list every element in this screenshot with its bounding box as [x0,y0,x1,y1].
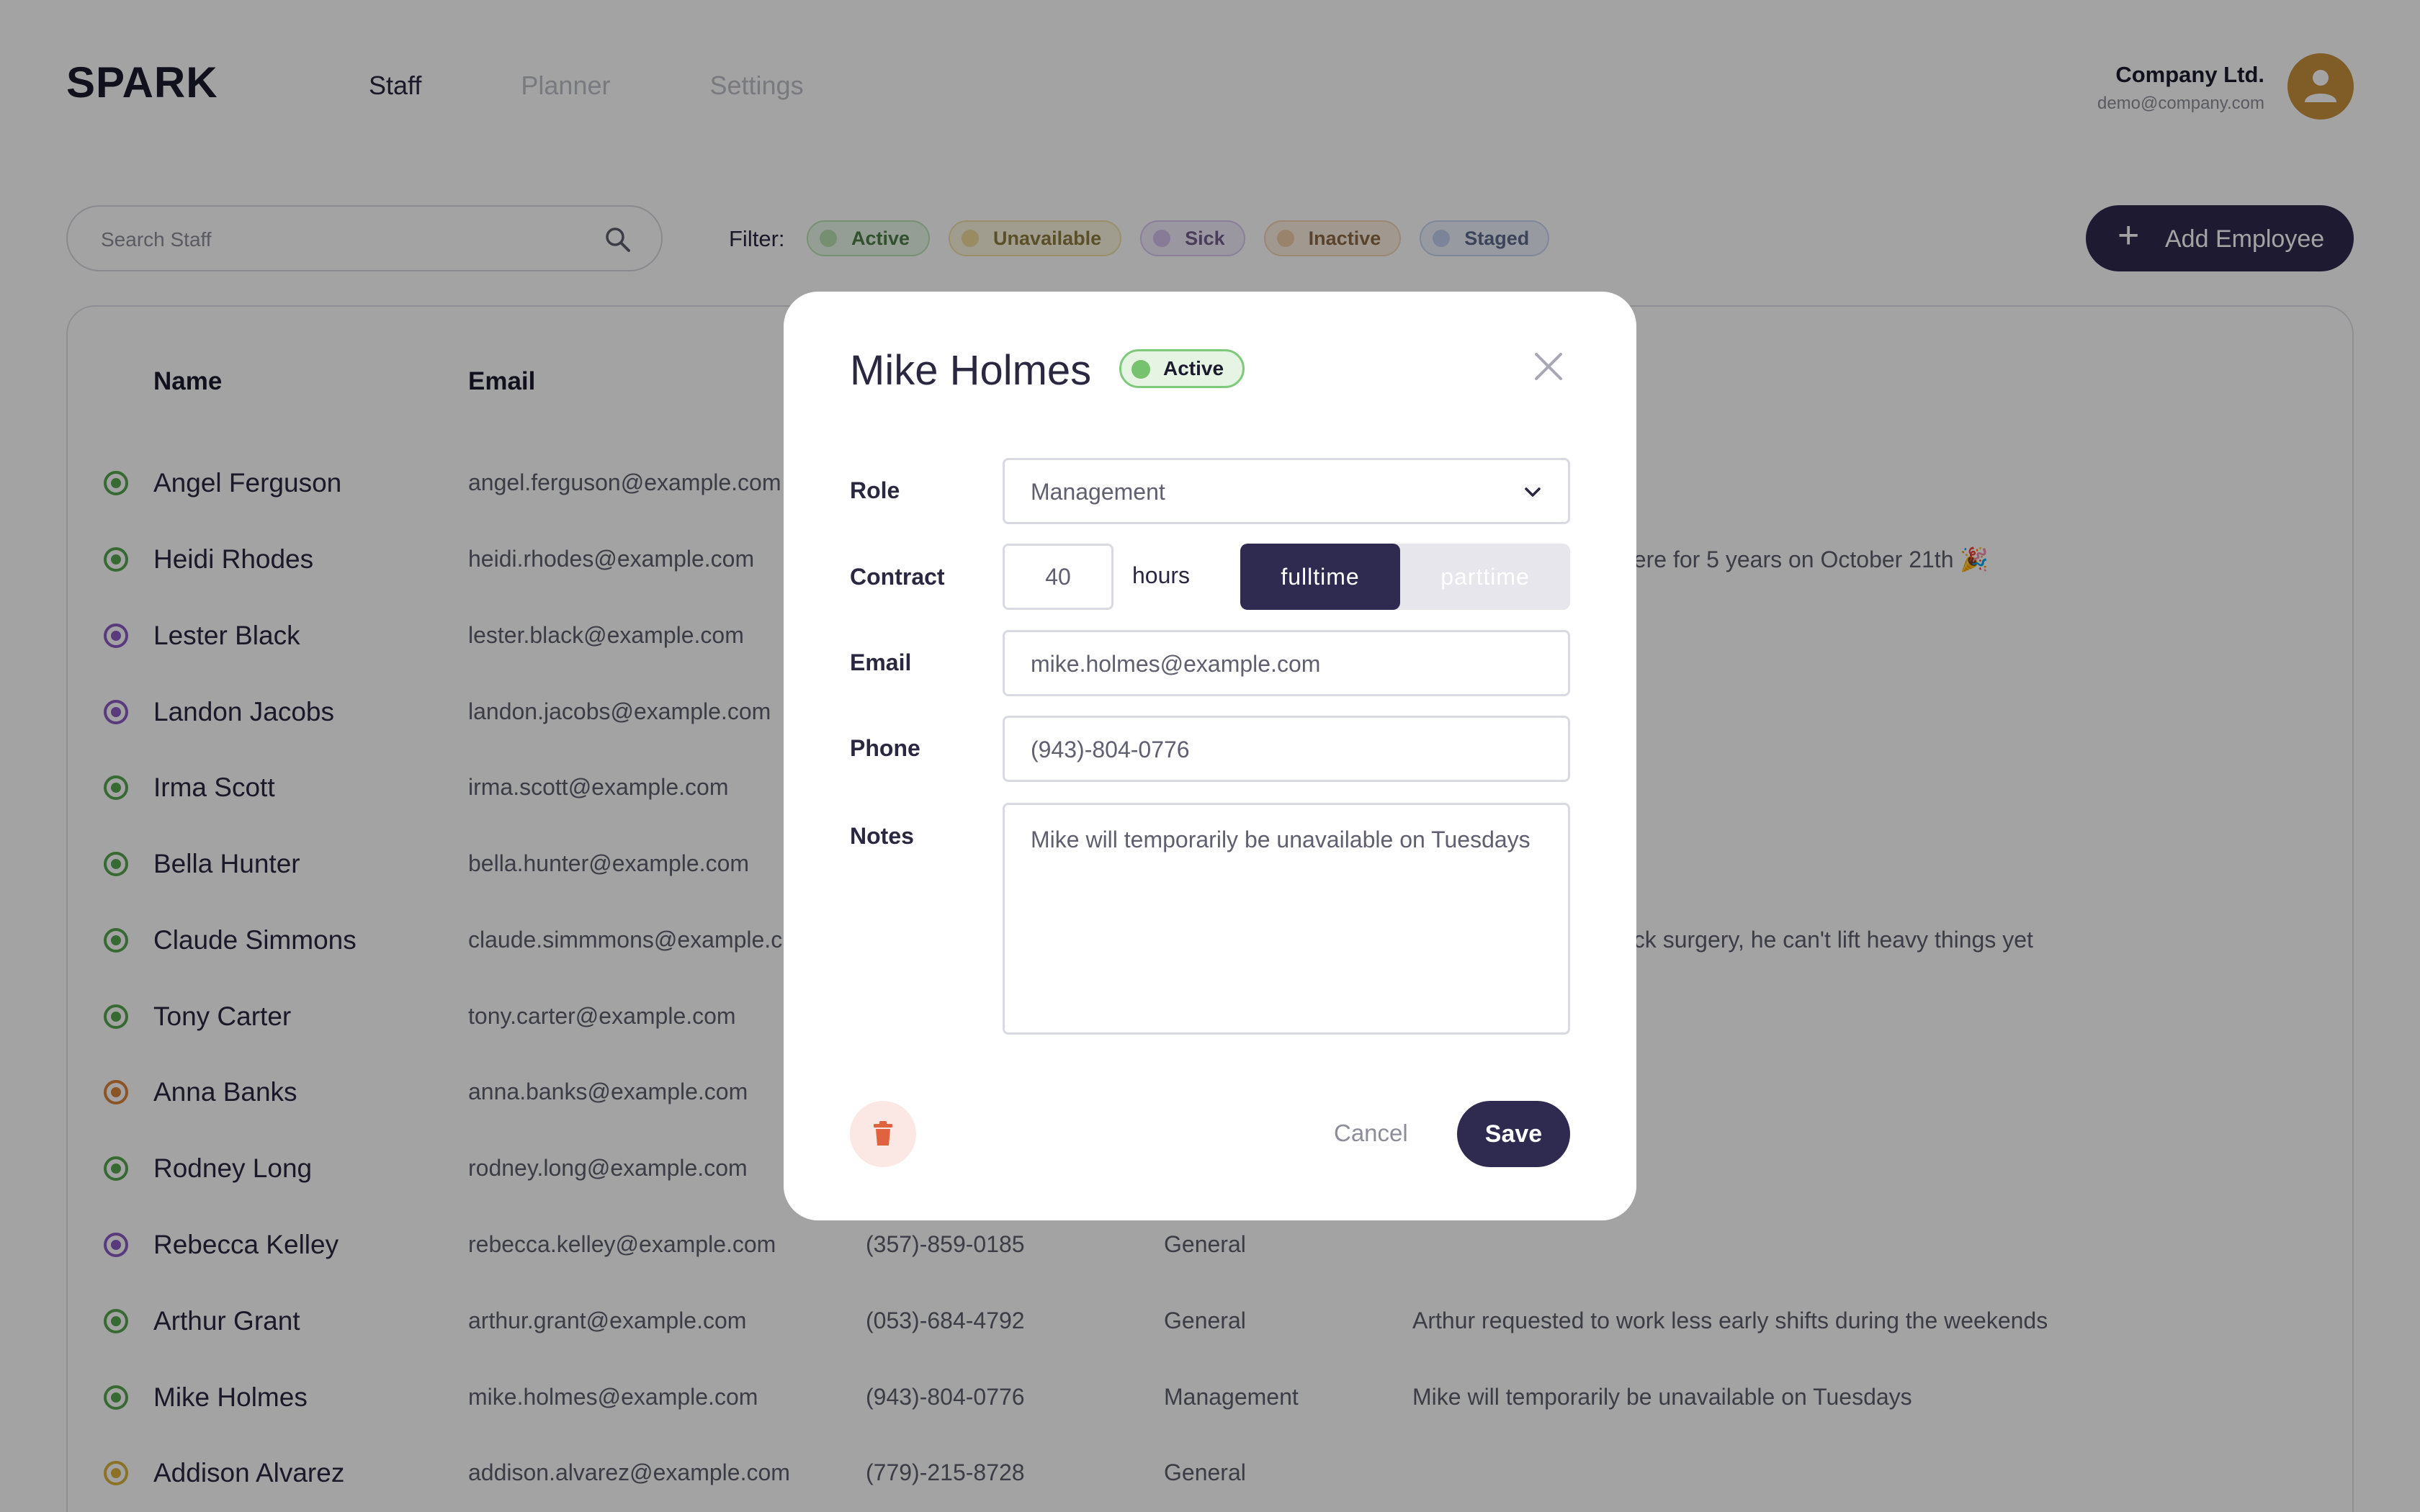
status-badge-label: Active [1163,357,1224,379]
dialog-title: Mike Holmes [850,347,1092,394]
fulltime-option[interactable]: fulltime [1240,544,1400,610]
role-select[interactable]: Management [1003,458,1570,524]
close-icon[interactable] [1533,351,1564,382]
active-dot-icon [1131,360,1150,379]
hours-unit-label: hours [1132,562,1191,588]
email-field[interactable]: mike.holmes@example.com [1003,630,1570,696]
phone-value: (943)-804-0776 [1031,737,1190,762]
notes-label: Notes [850,823,914,849]
cancel-button[interactable]: Cancel [1334,1120,1408,1147]
parttime-option[interactable]: parttime [1400,544,1570,610]
contract-label: Contract [850,564,945,590]
hours-input[interactable]: 40 [1003,544,1113,610]
chevron-down-icon [1525,487,1541,497]
phone-field[interactable]: (943)-804-0776 [1003,716,1570,782]
save-button[interactable]: Save [1457,1101,1570,1167]
notes-textarea[interactable]: Mike will temporarily be unavailable on … [1003,803,1570,1035]
phone-label: Phone [850,735,920,761]
notes-value: Mike will temporarily be unavailable on … [1031,827,1531,852]
role-label: Role [850,477,900,503]
status-badge[interactable]: Active [1119,349,1245,388]
email-value: mike.holmes@example.com [1031,651,1321,677]
email-label: Email [850,649,912,675]
edit-employee-dialog: Mike Holmes Active Role Management Contr… [784,292,1636,1220]
trash-icon [874,1121,892,1146]
role-value: Management [1031,479,1165,505]
delete-button[interactable] [850,1101,916,1167]
contract-type-toggle: fulltime parttime [1240,544,1570,610]
